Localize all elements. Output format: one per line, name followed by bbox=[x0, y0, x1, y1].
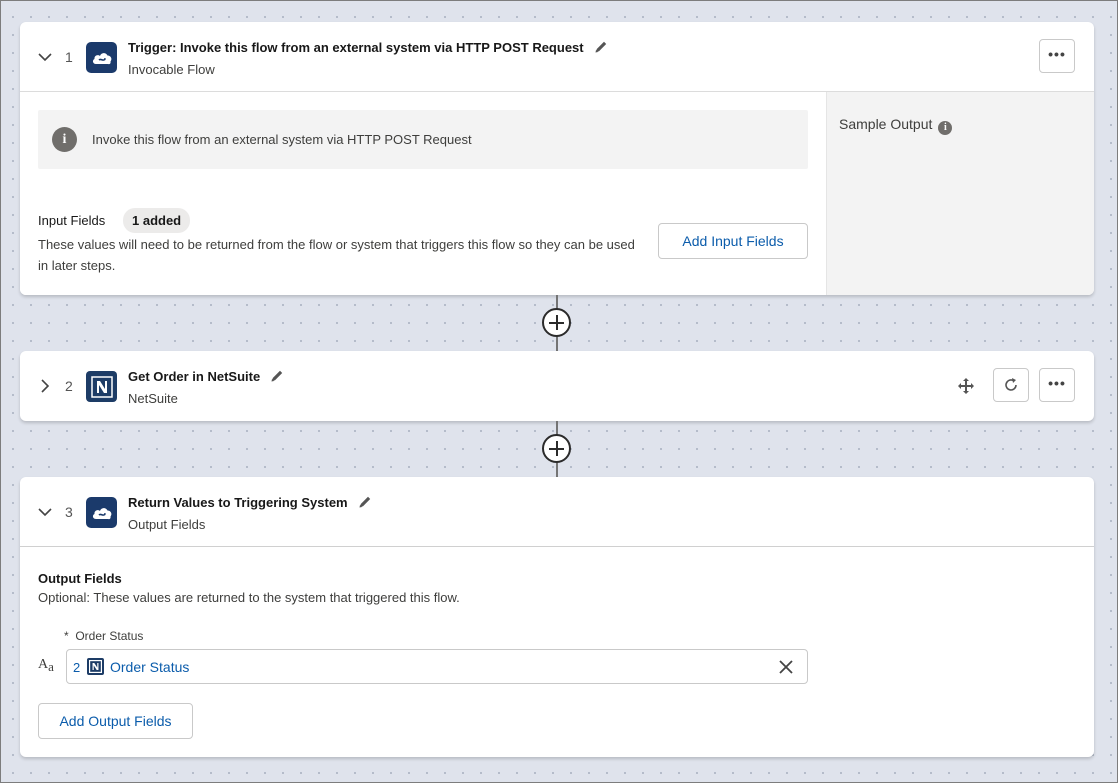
step-title: Trigger: Invoke this flow from an extern… bbox=[128, 40, 608, 55]
step-subtitle: Output Fields bbox=[128, 517, 206, 532]
step-number: 1 bbox=[65, 49, 73, 65]
input-fields-label: Input Fields bbox=[38, 213, 106, 228]
more-icon: ••• bbox=[1048, 45, 1066, 62]
step-title-text: Trigger: Invoke this flow from an extern… bbox=[128, 40, 584, 55]
step-number: 2 bbox=[65, 378, 73, 394]
required-mark: * bbox=[64, 629, 69, 643]
step-card-trigger: 1 Trigger: Invoke this flow from an exte… bbox=[20, 22, 1094, 295]
step-title: Get Order in NetSuite bbox=[128, 369, 284, 384]
info-icon[interactable]: i bbox=[938, 121, 953, 135]
text-type-icon: Aa bbox=[38, 657, 54, 674]
pencil-icon[interactable] bbox=[594, 40, 608, 54]
step-subtitle: Invocable Flow bbox=[128, 62, 215, 77]
pencil-icon[interactable] bbox=[270, 369, 284, 383]
step-number: 3 bbox=[65, 504, 73, 520]
more-actions-button[interactable]: ••• bbox=[1039, 39, 1075, 73]
chevron-down-icon[interactable] bbox=[38, 50, 52, 64]
sample-output-panel: Sample Output i bbox=[826, 92, 1094, 295]
sample-output-label: Sample Output i bbox=[839, 116, 953, 135]
step-card-netsuite: 2 Get Order in NetSuite NetSuite ••• bbox=[20, 351, 1094, 421]
trigger-config-panel: i Invoke this flow from an external syst… bbox=[20, 92, 826, 295]
header-divider bbox=[20, 546, 1094, 547]
add-step-icon[interactable] bbox=[542, 434, 571, 463]
more-icon: ••• bbox=[1048, 374, 1066, 391]
netsuite-icon bbox=[86, 371, 117, 402]
field-label: * Order Status bbox=[64, 629, 143, 643]
step-header[interactable]: 2 Get Order in NetSuite NetSuite ••• bbox=[20, 351, 1094, 421]
add-step-icon[interactable] bbox=[542, 308, 571, 337]
close-icon[interactable] bbox=[779, 660, 793, 674]
add-output-fields-button[interactable]: Add Output Fields bbox=[38, 703, 193, 739]
netsuite-icon bbox=[87, 658, 104, 675]
output-fields-description: Optional: These values are returned to t… bbox=[38, 590, 460, 605]
pencil-icon[interactable] bbox=[358, 495, 372, 509]
move-icon[interactable] bbox=[957, 377, 975, 395]
info-icon: i bbox=[52, 127, 77, 152]
refresh-button[interactable] bbox=[993, 368, 1029, 402]
more-actions-button[interactable]: ••• bbox=[1039, 368, 1075, 402]
refresh-icon bbox=[1005, 378, 1017, 391]
order-status-field[interactable]: 2 Order Status bbox=[66, 649, 808, 684]
step-title-text: Return Values to Triggering System bbox=[128, 495, 348, 510]
pill-step-number: 2 bbox=[73, 660, 81, 675]
step-card-return-values: 3 Return Values to Triggering System Out… bbox=[20, 477, 1094, 757]
field-label-text: Order Status bbox=[75, 629, 144, 643]
input-fields-description: These values will need to be returned fr… bbox=[38, 237, 635, 273]
step-body: i Invoke this flow from an external syst… bbox=[20, 92, 1094, 295]
step-title-text: Get Order in NetSuite bbox=[128, 369, 261, 384]
add-input-fields-button[interactable]: Add Input Fields bbox=[658, 223, 808, 259]
chevron-down-icon[interactable] bbox=[38, 505, 52, 519]
output-fields-title: Output Fields bbox=[38, 571, 122, 586]
cloud-flow-icon bbox=[86, 497, 117, 528]
sample-output-text: Sample Output bbox=[839, 116, 933, 132]
step-header[interactable]: 3 Return Values to Triggering System Out… bbox=[20, 477, 1094, 547]
input-fields-count-badge: 1 added bbox=[123, 208, 191, 233]
info-banner: i Invoke this flow from an external syst… bbox=[38, 110, 808, 169]
step-subtitle: NetSuite bbox=[128, 391, 178, 406]
step-title: Return Values to Triggering System bbox=[128, 495, 372, 510]
step-header[interactable]: 1 Trigger: Invoke this flow from an exte… bbox=[20, 22, 1094, 92]
info-text: Invoke this flow from an external system… bbox=[92, 132, 472, 147]
chevron-right-icon[interactable] bbox=[38, 379, 52, 393]
pill-value[interactable]: Order Status bbox=[110, 659, 189, 675]
cloud-flow-icon bbox=[86, 42, 117, 73]
